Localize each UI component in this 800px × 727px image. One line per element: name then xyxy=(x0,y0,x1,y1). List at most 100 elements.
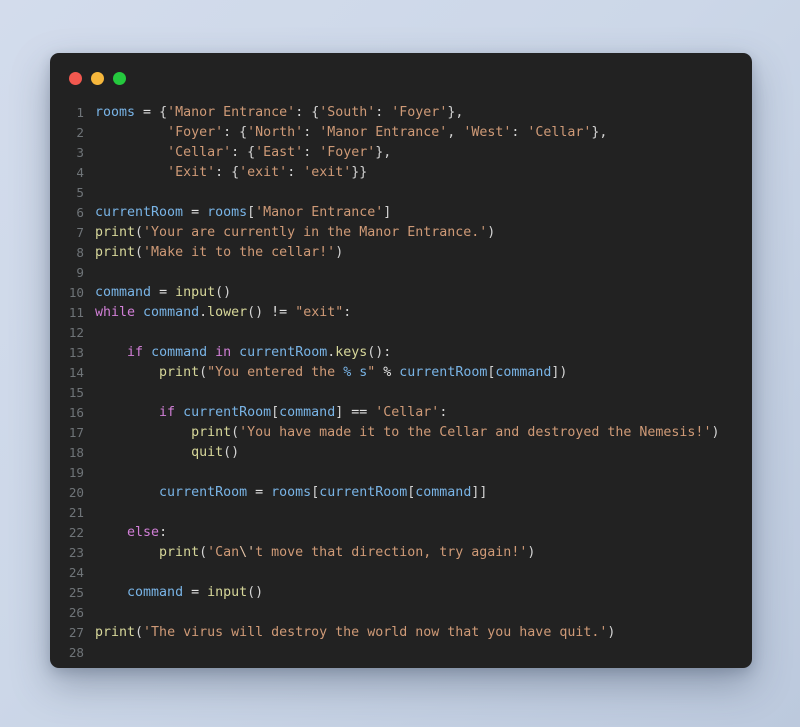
code-token: ( xyxy=(135,225,144,240)
code-line: 22 else: xyxy=(50,523,752,543)
line-number: 12 xyxy=(68,325,84,340)
code-token: : xyxy=(231,145,248,160)
code-token: currentRoom xyxy=(159,485,248,500)
line-number: 2 xyxy=(76,125,84,140)
code-token: ( xyxy=(231,425,240,440)
code-token: () xyxy=(223,445,240,460)
code-token: ) xyxy=(607,625,616,640)
code-token: print xyxy=(95,225,136,240)
code-line: 5 xyxy=(50,183,752,203)
code-line: 23 print('Can\'t move that direction, tr… xyxy=(50,543,752,563)
code-token: 'Manor Entrance' xyxy=(319,125,448,140)
code-token: command xyxy=(151,345,208,360)
code-line: 18 quit() xyxy=(50,443,752,463)
code-token: if xyxy=(159,405,176,420)
code-line: 27 print('The virus will destroy the worl… xyxy=(50,623,752,643)
code-token: != xyxy=(271,305,288,320)
code-token: }, xyxy=(375,145,392,160)
line-number: 3 xyxy=(76,145,84,160)
line-number: 9 xyxy=(76,265,84,280)
code-token: ]) xyxy=(551,365,568,380)
code-line-text: if command in currentRoom.keys(): xyxy=(84,343,391,363)
code-token: }, xyxy=(591,125,608,140)
code-token: 'Manor Entrance' xyxy=(255,205,384,220)
line-number: 7 xyxy=(76,225,84,240)
code-line: 24 xyxy=(50,563,752,583)
code-token: [ xyxy=(271,405,280,420)
line-number: 4 xyxy=(76,165,84,180)
line-number: 21 xyxy=(68,505,84,520)
code-token: currentRoom xyxy=(319,485,408,500)
code-token: currentRoom xyxy=(239,345,328,360)
code-token: command xyxy=(95,285,152,300)
code-token: () xyxy=(247,585,264,600)
code-token: 'Foyer' xyxy=(391,105,448,120)
code-token: ) xyxy=(711,425,720,440)
code-token: print xyxy=(95,625,136,640)
code-token: { xyxy=(231,165,240,180)
code-line-text: if currentRoom[command] == 'Cellar': xyxy=(84,403,447,423)
code-token: 'You have made it to the Cellar and dest… xyxy=(239,425,712,440)
code-line-text: command = input() xyxy=(84,283,231,303)
code-line: 19 xyxy=(50,463,752,483)
code-token: = xyxy=(143,105,152,120)
code-token: 'Your are currently in the Manor Entranc… xyxy=(143,225,488,240)
code-token: ( xyxy=(199,365,208,380)
line-number: 18 xyxy=(68,445,84,460)
code-token: input xyxy=(175,285,216,300)
code-token: while xyxy=(95,305,136,320)
code-token: ) xyxy=(335,245,344,260)
line-number: 19 xyxy=(68,465,84,480)
code-token: else xyxy=(127,525,160,540)
code-token: command xyxy=(127,585,184,600)
code-line-text: print('Your are currently in the Manor E… xyxy=(84,223,495,243)
code-token: { xyxy=(159,105,168,120)
code-token: currentRoom xyxy=(399,365,488,380)
code-token: \' xyxy=(239,545,256,560)
code-line: 13 if command in currentRoom.keys(): xyxy=(50,343,752,363)
code-token: keys xyxy=(335,345,368,360)
code-token: 'Manor Entrance' xyxy=(167,105,296,120)
code-editor[interactable]: 1 rooms = {'Manor Entrance': {'South': 'F… xyxy=(50,103,752,663)
line-number: 15 xyxy=(68,385,84,400)
code-token: 'Make it to the cellar!' xyxy=(143,245,336,260)
code-token: rooms xyxy=(207,205,248,220)
code-line-text: print('You have made it to the Cellar an… xyxy=(84,423,719,443)
code-line: 8 print('Make it to the cellar!') xyxy=(50,243,752,263)
code-line: 9 xyxy=(50,263,752,283)
code-token: () xyxy=(215,285,232,300)
code-line-text: command = input() xyxy=(84,583,263,603)
maximize-window-button[interactable] xyxy=(113,71,126,85)
code-token: ) xyxy=(527,545,536,560)
code-token: : xyxy=(511,125,528,140)
code-line: 14 print("You entered the % s" % current… xyxy=(50,363,752,383)
minimize-window-button[interactable] xyxy=(91,71,104,85)
code-token: 'exit' xyxy=(303,165,352,180)
code-line-text: 'Exit': {'exit': 'exit'}} xyxy=(84,163,367,183)
code-token: { xyxy=(247,145,256,160)
line-number: 8 xyxy=(76,245,84,260)
code-token: rooms xyxy=(271,485,312,500)
code-line: 11 while command.lower() != "exit": xyxy=(50,303,752,323)
code-line: 10 command = input() xyxy=(50,283,752,303)
code-line: 25 command = input() xyxy=(50,583,752,603)
code-line-text: 'Foyer': {'North': 'Manor Entrance', 'We… xyxy=(84,123,607,143)
line-number: 5 xyxy=(76,185,84,200)
close-window-button[interactable] xyxy=(69,71,82,85)
